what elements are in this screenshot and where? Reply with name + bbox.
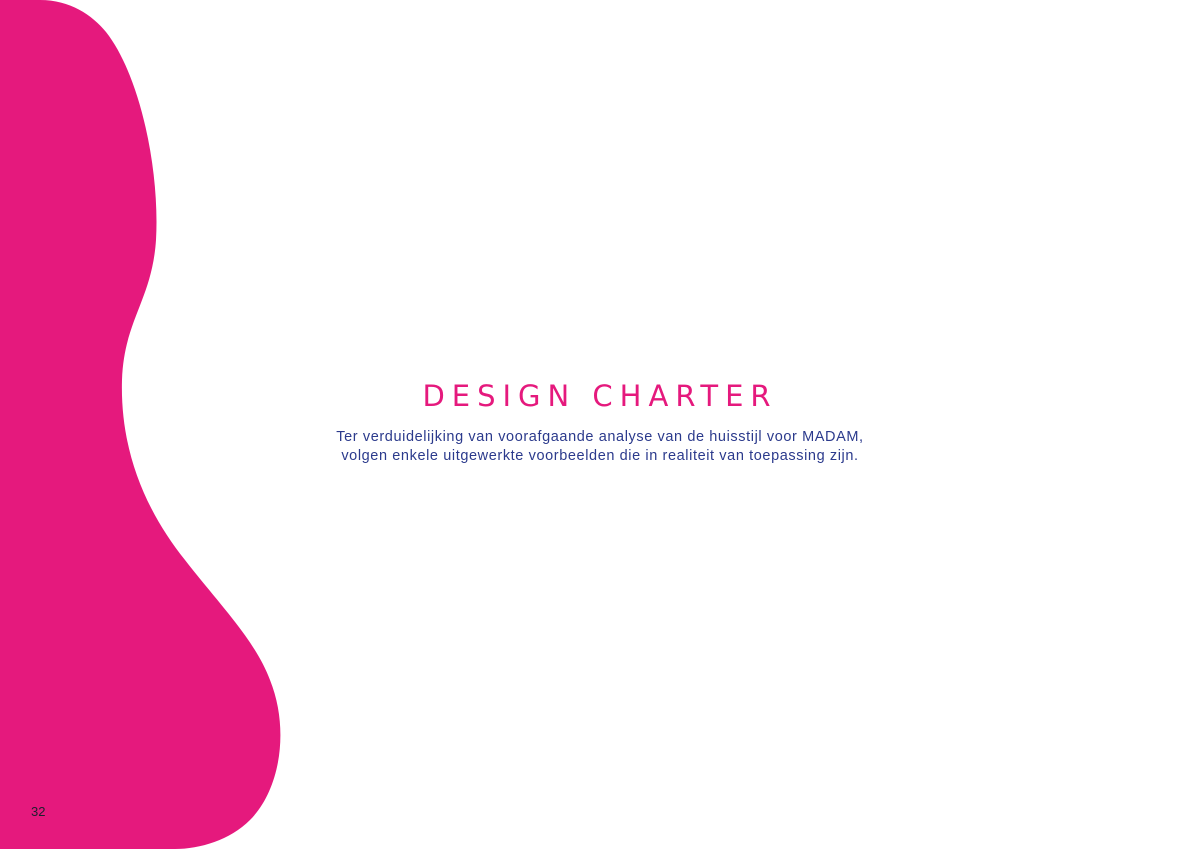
decorative-blob-shape: [0, 0, 281, 849]
page-number: 32: [31, 804, 46, 819]
intro-line-2: volgen enkele uitgewerkte voorbeelden di…: [341, 448, 859, 464]
intro-paragraph: Ter verduidelijking van voorafgaande ana…: [0, 428, 1200, 466]
blob-fill: [0, 0, 281, 849]
document-page: DESIGN CHARTER Ter verduidelijking van v…: [0, 0, 1200, 849]
intro-line-1: Ter verduidelijking van voorafgaande ana…: [336, 429, 864, 445]
page-title: DESIGN CHARTER: [422, 379, 778, 413]
